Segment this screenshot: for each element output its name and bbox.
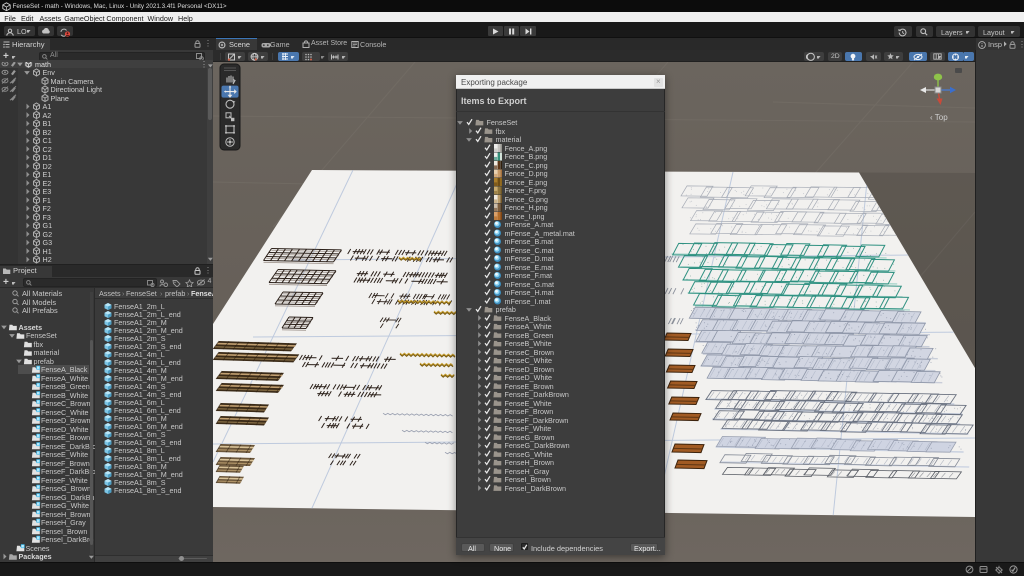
svg-text:‹ Top: ‹ Top: [930, 113, 948, 122]
